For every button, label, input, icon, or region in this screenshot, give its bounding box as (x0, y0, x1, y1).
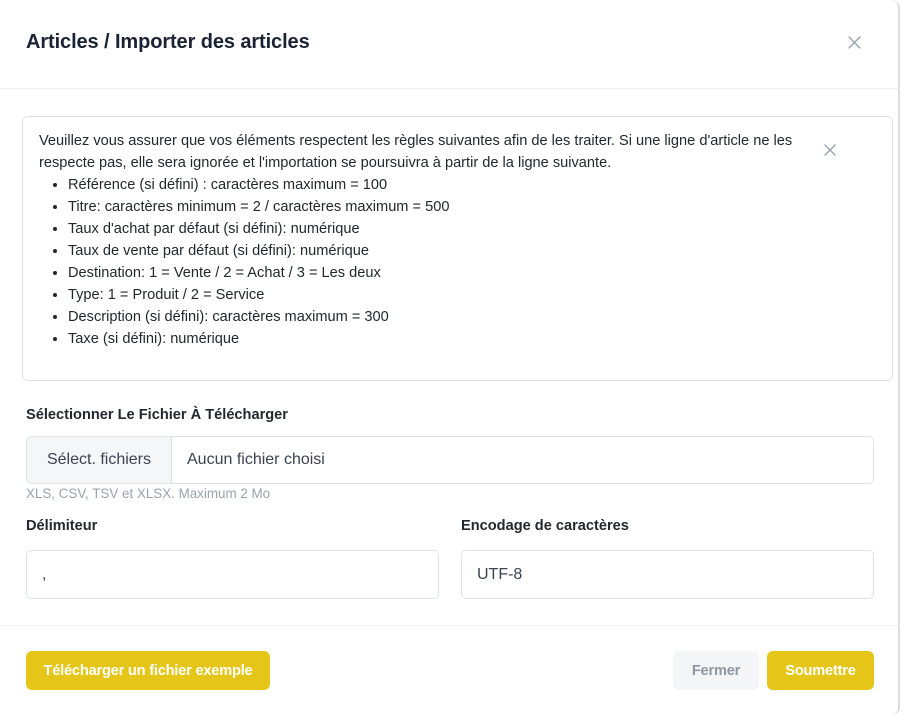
rule-item: Destination: 1 = Vente / 2 = Achat / 3 =… (68, 262, 809, 284)
selected-file-name: Aucun fichier choisi (187, 451, 325, 468)
modal-title: Articles / Importer des articles (26, 31, 310, 53)
rules-list: Référence (si défini) : caractères maxim… (39, 174, 809, 350)
choose-files-button[interactable]: Sélect. fichiers (27, 437, 172, 483)
modal-close-button[interactable] (843, 31, 865, 53)
close-icon (824, 144, 836, 156)
submit-button[interactable]: Soumettre (767, 651, 874, 690)
close-button[interactable]: Fermer (673, 651, 759, 690)
rule-item: Taux de vente par défaut (si défini): nu… (68, 240, 809, 262)
modal-header: Articles / Importer des articles (0, 0, 900, 89)
rule-item: Référence (si défini) : caractères maxim… (68, 174, 809, 196)
alert-close-button[interactable] (821, 141, 839, 159)
delimiter-input[interactable] (26, 550, 439, 599)
rule-item: Taux d'achat par défaut (si défini): num… (68, 218, 809, 240)
rule-item: Taxe (si défini): numérique (68, 328, 809, 350)
import-articles-modal: Articles / Importer des articles Veuille… (0, 0, 900, 715)
rule-item: Titre: caractères minimum = 2 / caractèr… (68, 196, 809, 218)
encoding-label: Encodage de caractères (461, 518, 629, 534)
import-rules-alert: Veuillez vous assurer que vos éléments r… (22, 116, 893, 381)
rule-item: Type: 1 = Produit / 2 = Service (68, 284, 809, 306)
file-upload-input[interactable]: Sélect. fichiers Aucun fichier choisi (26, 436, 874, 484)
alert-content: Veuillez vous assurer que vos éléments r… (39, 130, 809, 350)
alert-intro: Veuillez vous assurer que vos éléments r… (39, 133, 793, 171)
footer-divider (0, 625, 900, 626)
delimiter-label: Délimiteur (26, 518, 98, 534)
encoding-input[interactable] (461, 550, 874, 599)
download-sample-button[interactable]: Télécharger un fichier exemple (26, 651, 270, 690)
upload-help-text: XLS, CSV, TSV et XLSX. Maximum 2 Mo (26, 486, 271, 501)
upload-label: Sélectionner Le Fichier À Télécharger (26, 407, 288, 423)
rule-item: Description (si défini): caractères maxi… (68, 306, 809, 328)
close-icon (848, 36, 861, 49)
